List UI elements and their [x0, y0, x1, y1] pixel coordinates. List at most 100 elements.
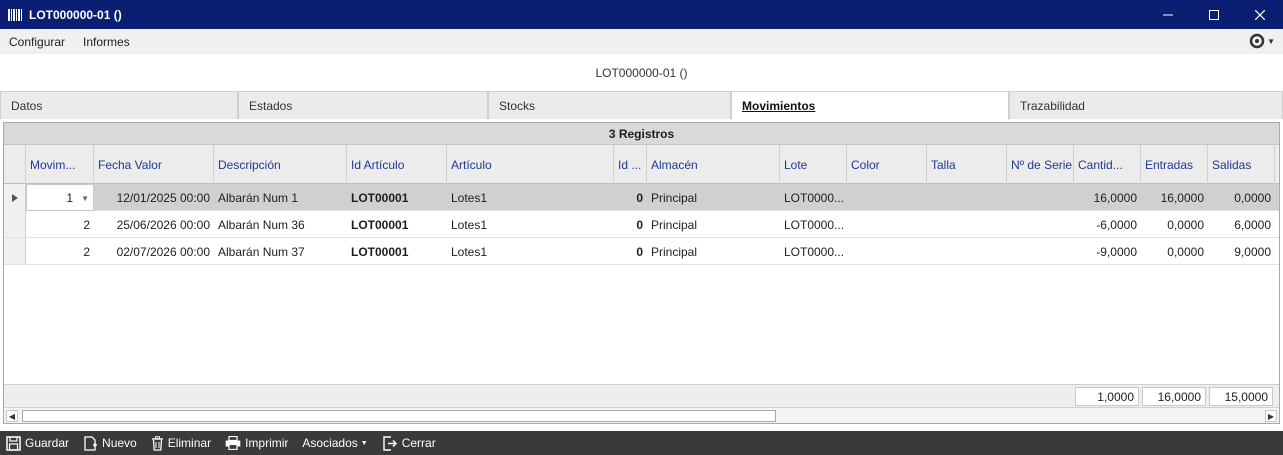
cell-id-articulo: LOT00001 — [351, 190, 409, 205]
column-header-almacen[interactable]: Almacén — [647, 145, 780, 184]
cell-descripcion: Albarán Num 37 — [218, 244, 305, 259]
tab-datos[interactable]: Datos — [0, 91, 238, 119]
guardar-label: Guardar — [25, 436, 70, 450]
column-header-movimiento[interactable]: Movim... — [26, 145, 94, 184]
column-header-fecha-valor[interactable]: Fecha Valor — [94, 145, 214, 184]
cell-numero-serie — [1007, 184, 1074, 211]
movimiento-edit-cell[interactable]: 1 ▼ — [26, 184, 94, 211]
column-header-entradas[interactable]: Entradas — [1141, 145, 1208, 184]
cell-lote: LOT0000... — [784, 244, 845, 259]
cell-lote: LOT0000... — [784, 217, 845, 232]
tab-stocks[interactable]: Stocks — [488, 91, 731, 119]
asociados-button[interactable]: Asociados ▼ — [302, 436, 367, 450]
scrollbar-thumb[interactable] — [22, 410, 776, 422]
imprimir-label: Imprimir — [245, 436, 289, 450]
chevron-down-icon: ▼ — [360, 439, 368, 447]
cell-descripcion: Albarán Num 1 — [218, 190, 299, 205]
tab-estados[interactable]: Estados — [238, 91, 488, 119]
chevron-down-icon: ▼ — [81, 194, 89, 203]
total-salidas: 15,0000 — [1209, 387, 1273, 406]
tab-movimientos[interactable]: Movimientos — [731, 91, 1009, 120]
cell-id-articulo: LOT00001 — [351, 244, 409, 259]
maximize-icon — [1209, 9, 1219, 20]
document-title: LOT000000-01 () — [595, 65, 688, 80]
column-header-color[interactable]: Color — [847, 145, 927, 184]
cell-numero-serie — [1007, 211, 1074, 238]
column-header-talla[interactable]: Talla — [927, 145, 1007, 184]
asociados-label: Asociados — [302, 436, 358, 450]
totals-bar: 1,0000 16,0000 15,0000 — [4, 384, 1279, 407]
new-document-icon — [84, 435, 98, 451]
tab-trazabilidad[interactable]: Trazabilidad — [1009, 91, 1283, 119]
guardar-button[interactable]: Guardar — [6, 435, 70, 451]
cell-articulo: Lotes1 — [451, 244, 488, 259]
cell-salidas: 6,0000 — [1234, 217, 1271, 232]
cell-movimiento: 1 — [66, 190, 73, 205]
column-header-descripcion[interactable]: Descripción — [214, 145, 347, 184]
record-count: 3 Registros — [4, 123, 1279, 145]
column-header-salidas[interactable]: Salidas — [1208, 145, 1275, 184]
eliminar-button[interactable]: Eliminar — [151, 435, 212, 451]
tab-bar: Datos Estados Stocks Movimientos Trazabi… — [0, 91, 1283, 120]
cell-id: 0 — [636, 190, 643, 205]
cerrar-label: Cerrar — [401, 436, 436, 450]
arrow-right-icon: ▶ — [1267, 411, 1275, 421]
table-row[interactable]: 2 25/06/2026 00:00 Albarán Num 36 LOT000… — [4, 211, 1279, 238]
menu-informes[interactable]: Informes — [74, 35, 139, 49]
cell-almacen: Principal — [651, 190, 698, 205]
cell-almacen: Principal — [651, 217, 698, 232]
exit-icon — [383, 435, 397, 451]
cell-movimiento: 2 — [83, 217, 90, 232]
close-button[interactable] — [1237, 0, 1283, 29]
maximize-button[interactable] — [1191, 0, 1237, 29]
title-bar: LOT000000-01 () — [0, 0, 1283, 29]
table-row[interactable]: 2 02/07/2026 00:00 Albarán Num 37 LOT000… — [4, 238, 1279, 265]
trash-icon — [151, 435, 163, 451]
nuevo-label: Nuevo — [102, 436, 137, 450]
cell-descripcion: Albarán Num 36 — [218, 217, 305, 232]
scroll-left-button[interactable]: ◀ — [6, 410, 18, 422]
cell-color — [847, 211, 927, 238]
cell-cantidad: 16,0000 — [1093, 190, 1137, 205]
cell-numero-serie — [1007, 238, 1074, 265]
menu-configurar[interactable]: Configurar — [0, 35, 74, 49]
cell-entradas: 0,0000 — [1167, 217, 1204, 232]
cell-movimiento: 2 — [83, 244, 90, 259]
cell-fecha-valor: 02/07/2026 00:00 — [116, 244, 210, 259]
cell-id: 0 — [636, 217, 643, 232]
total-entradas: 16,0000 — [1142, 387, 1206, 406]
nuevo-button[interactable]: Nuevo — [83, 435, 137, 451]
cell-cantidad: -9,0000 — [1096, 244, 1137, 259]
barcode-icon — [8, 8, 22, 22]
imprimir-button[interactable]: Imprimir — [225, 436, 288, 450]
column-header-id-articulo[interactable]: Id Artículo — [347, 145, 447, 184]
options-gear-icon — [1249, 33, 1265, 49]
cell-id: 0 — [636, 244, 643, 259]
column-header-cantidad[interactable]: Cantid... — [1074, 145, 1141, 184]
column-header-lote[interactable]: Lote — [780, 145, 847, 184]
chevron-down-icon: ▼ — [1267, 36, 1275, 46]
minimize-button[interactable] — [1145, 0, 1191, 29]
cell-color — [847, 184, 927, 211]
arrow-left-icon: ◀ — [8, 411, 16, 421]
cell-talla — [927, 211, 1007, 238]
cell-lote: LOT0000... — [784, 190, 845, 205]
scroll-right-button[interactable]: ▶ — [1265, 410, 1277, 422]
cell-articulo: Lotes1 — [451, 190, 488, 205]
minimize-icon — [1163, 14, 1173, 15]
column-header-articulo[interactable]: Artículo — [447, 145, 614, 184]
cell-salidas: 9,0000 — [1234, 244, 1271, 259]
cell-articulo: Lotes1 — [451, 217, 488, 232]
column-header-id[interactable]: Id ... — [614, 145, 647, 184]
cerrar-button[interactable]: Cerrar — [382, 435, 436, 451]
table-row[interactable]: 1 ▼ 12/01/2025 00:00 Albarán Num 1 LOT00… — [4, 184, 1279, 211]
cell-talla — [927, 184, 1007, 211]
eliminar-label: Eliminar — [167, 436, 212, 450]
total-cantidad: 1,0000 — [1075, 387, 1139, 406]
printer-icon — [225, 436, 241, 450]
horizontal-scrollbar[interactable]: ◀ ▶ — [4, 407, 1279, 423]
cell-fecha-valor: 25/06/2026 00:00 — [116, 217, 210, 232]
column-header-numero-serie[interactable]: Nº de Serie — [1007, 145, 1074, 184]
cell-talla — [927, 238, 1007, 265]
options-menu-button[interactable]: ▼ — [1249, 33, 1275, 49]
